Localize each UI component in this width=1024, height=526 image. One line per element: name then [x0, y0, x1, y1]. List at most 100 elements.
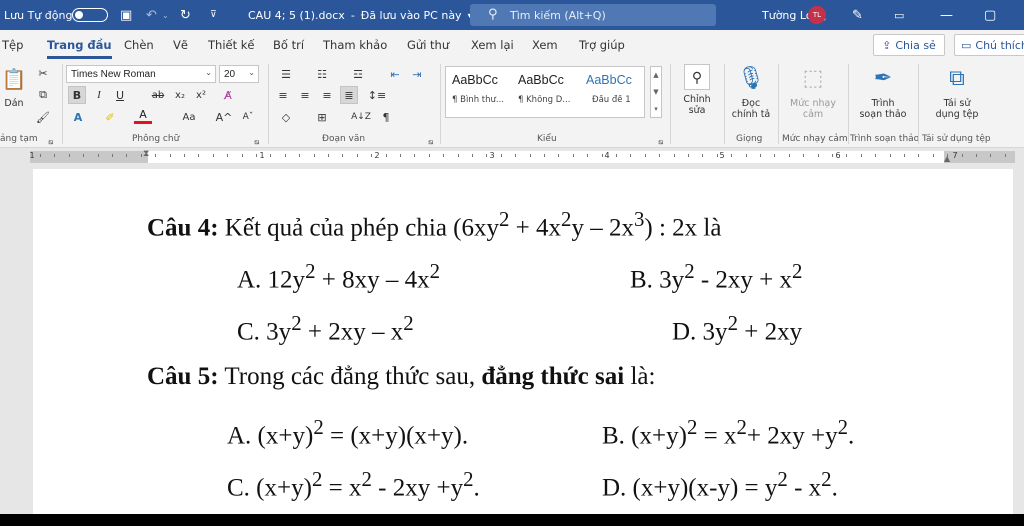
tab-draw[interactable]: Vẽ: [173, 38, 188, 52]
option-text: D. (x+y)(x-y) = y: [602, 474, 778, 502]
decrease-indent-icon[interactable]: ⇤: [386, 65, 404, 83]
style-normal[interactable]: AaBbCc ¶ Bình thư...: [452, 73, 518, 105]
tab-mailings[interactable]: Gửi thư: [407, 38, 449, 52]
ruler-tick: [760, 154, 761, 157]
reuse-label-2: dụng tệp: [935, 109, 979, 120]
cut-icon[interactable]: ✂: [34, 64, 52, 82]
maximize-icon[interactable]: ▢: [984, 0, 996, 30]
avatar[interactable]: TL: [808, 6, 826, 24]
style-heading-1[interactable]: AaBbCc Đầu đề 1: [586, 73, 642, 105]
font-name-dropdown[interactable]: Times New Roman ⌄: [66, 65, 216, 83]
paste-button[interactable]: 📋 Dán: [0, 64, 28, 109]
option-text: C. 3y: [237, 318, 292, 346]
horizontal-ruler[interactable]: 1 1 2 3 4 5 6 7 ⧗ ▲: [0, 148, 1024, 166]
increase-indent-icon[interactable]: ⇥: [408, 65, 426, 83]
redo-icon[interactable]: ↻: [180, 0, 191, 30]
highlight-icon[interactable]: ✐: [100, 108, 120, 126]
superscript: 2: [499, 207, 510, 231]
tab-design[interactable]: Thiết kế: [208, 38, 254, 52]
styles-scroll[interactable]: ▲ ▼ ▾: [650, 66, 662, 118]
format-painter-icon[interactable]: 🖌: [34, 108, 52, 126]
borders-icon[interactable]: ⊞: [310, 108, 334, 126]
strikethrough-button[interactable]: ab: [148, 86, 168, 104]
show-marks-icon[interactable]: ¶: [378, 108, 394, 126]
style-no-spacing[interactable]: AaBbCc ¶ Không D...: [518, 73, 584, 105]
customize-toolbar-icon[interactable]: ⊽: [210, 0, 217, 30]
ruler-tick: [832, 154, 833, 157]
chevron-up-icon[interactable]: ▲: [653, 71, 658, 79]
document-page[interactable]: Câu 4: Kết quả của phép chia (6xy2 + 4x2…: [33, 169, 1013, 514]
reuse-label: Tái sử: [943, 98, 971, 109]
underline-button[interactable]: U: [112, 86, 128, 104]
font-color-icon[interactable]: A: [134, 108, 152, 124]
reuse-files-button[interactable]: ⧉ Tái sử dụng tệp: [922, 64, 992, 120]
numbering-icon[interactable]: ☷: [310, 65, 334, 83]
more-icon[interactable]: ▾: [654, 105, 658, 113]
share-label: Chia sẻ: [895, 38, 936, 52]
ruler-number: 5: [719, 151, 725, 160]
grow-font-icon[interactable]: A^: [216, 108, 233, 126]
ruler-tick: [659, 154, 661, 157]
tab-help[interactable]: Trợ giúp: [579, 38, 625, 52]
text-effects-icon[interactable]: A: [68, 108, 88, 126]
ruler-tick: [68, 154, 70, 157]
editor-button[interactable]: ✒ Trình soạn thảo: [852, 64, 914, 120]
bullets-icon[interactable]: ☰: [274, 65, 298, 83]
ruler-number: 3: [489, 151, 495, 160]
subscript-button[interactable]: x₂: [172, 86, 188, 104]
save-icon[interactable]: ▣: [120, 0, 132, 30]
autosave-toggle[interactable]: [72, 8, 108, 22]
tab-view[interactable]: Xem: [532, 38, 558, 52]
undo-icon[interactable]: ↶: [146, 0, 157, 30]
align-center-icon[interactable]: ≡: [296, 86, 314, 104]
tab-file[interactable]: Tệp: [2, 38, 23, 52]
minimize-icon[interactable]: —: [940, 0, 953, 30]
editing-button[interactable]: ⚲ Chỉnh sửa: [676, 64, 718, 116]
superscript-button[interactable]: x²: [193, 86, 209, 104]
ribbon-display-icon[interactable]: ▭: [894, 0, 904, 30]
justify-icon[interactable]: ≣: [340, 86, 358, 104]
tab-review[interactable]: Xem lại: [471, 38, 514, 52]
undo-dropdown-icon[interactable]: ⌄: [162, 0, 169, 30]
tab-home[interactable]: Trang đầu: [47, 38, 112, 59]
document-title[interactable]: CAU 4; 5 (1).docx - Đã lưu vào PC này ▾: [248, 0, 472, 30]
font-size-dropdown[interactable]: 20 ⌄: [219, 65, 259, 83]
bold-button[interactable]: B: [68, 86, 86, 104]
change-case-button[interactable]: Aa: [176, 108, 202, 126]
ruler-tick: [371, 154, 373, 157]
title-bar: Lưu Tự động ▣ ↶ ⌄ ↻ ⊽ CAU 4; 5 (1).docx …: [0, 0, 1024, 30]
tab-insert[interactable]: Chèn: [124, 38, 154, 52]
styles-gallery: AaBbCc ¶ Bình thư... AaBbCc ¶ Không D...…: [445, 66, 645, 118]
superscript: 2: [403, 311, 414, 335]
q5-text: là:: [624, 363, 656, 390]
clear-formatting-icon[interactable]: A̸: [218, 86, 238, 104]
italic-button[interactable]: I: [91, 86, 107, 104]
ruler-tick: [428, 154, 430, 157]
ribbon: 📋 Dán ✂ ⧉ 🖌 ảng tạm ⧅ Times New Roman ⌄ …: [0, 60, 1024, 148]
paste-label: Dán: [4, 98, 24, 109]
comments-button[interactable]: ▭ Chú thích: [954, 34, 1024, 56]
shrink-font-icon[interactable]: Aˇ: [240, 108, 256, 126]
align-left-icon[interactable]: ≡: [274, 86, 292, 104]
share-button[interactable]: ⇪ Chia sẻ: [873, 34, 945, 56]
multilevel-list-icon[interactable]: ☲: [346, 65, 370, 83]
ruler-tick: [889, 154, 891, 157]
copy-icon[interactable]: ⧉: [34, 86, 52, 104]
indent-marker-icon[interactable]: ⧗: [143, 149, 149, 159]
tab-layout[interactable]: Bố trí: [273, 38, 304, 52]
clipboard-icon: 📋: [1, 67, 27, 91]
ruler-tick: [313, 154, 315, 157]
pen-icon[interactable]: ✎: [852, 0, 863, 30]
shading-icon[interactable]: ◇: [274, 108, 298, 126]
option-text: .: [831, 474, 838, 502]
sensitivity-button[interactable]: ⬚ Mức nhạy cảm: [782, 64, 844, 120]
dictate-button[interactable]: 🎙 Đọc chính tả: [728, 64, 774, 120]
superscript: 3: [633, 207, 645, 231]
align-right-icon[interactable]: ≡: [318, 86, 336, 104]
search-icon: ⚲: [684, 64, 710, 90]
chevron-down-icon[interactable]: ▼: [653, 88, 658, 96]
search-input[interactable]: ⚲ Tìm kiếm (Alt+Q): [470, 4, 716, 26]
line-spacing-icon[interactable]: ↕≡: [366, 86, 388, 104]
sort-icon[interactable]: A↓Z: [351, 108, 371, 126]
tab-references[interactable]: Tham khảo: [323, 38, 387, 52]
